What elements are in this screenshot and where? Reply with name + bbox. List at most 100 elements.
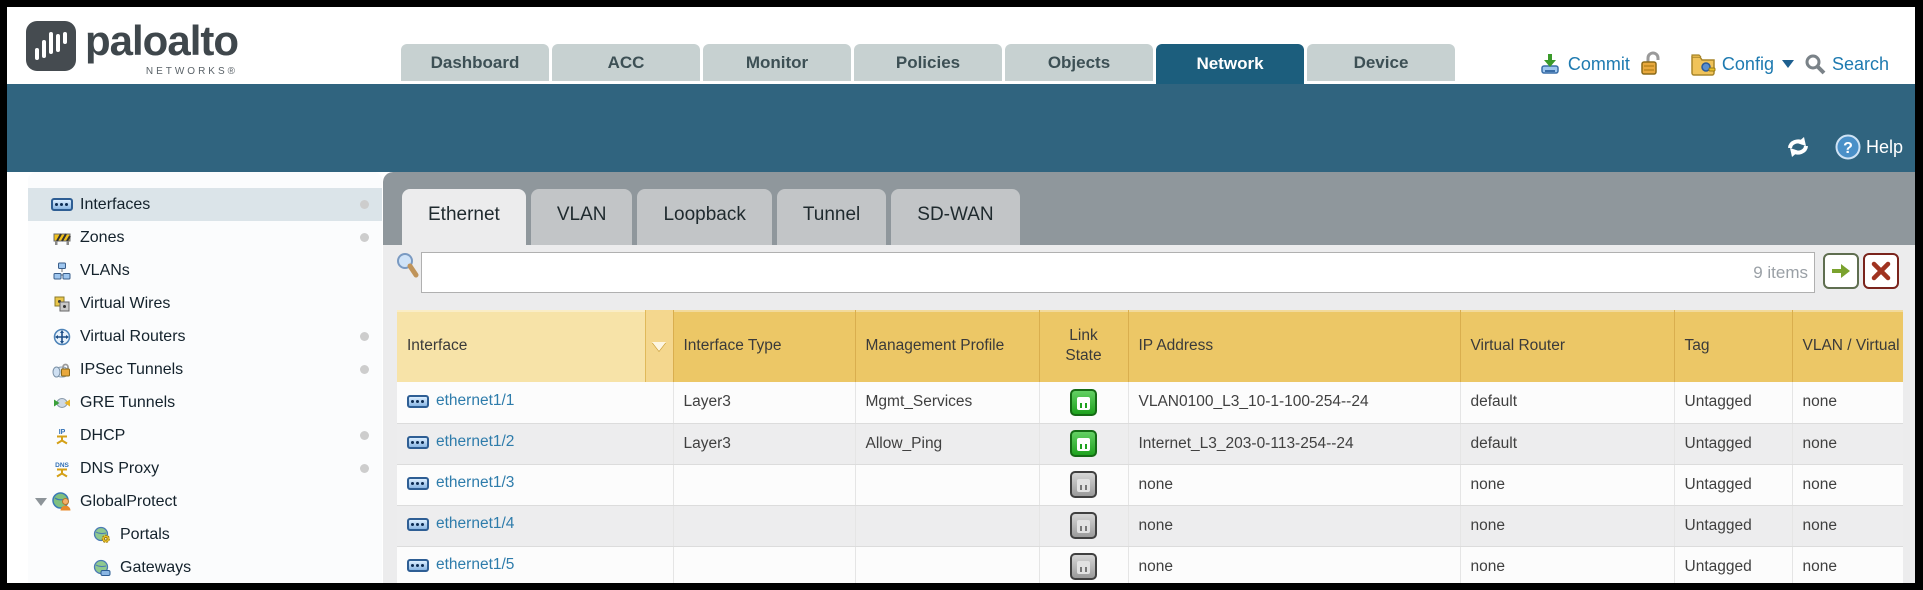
screenshot-frame: paloalto NETWORKS® Dashboard ACC Monitor… [0, 0, 1923, 590]
tab-loopback[interactable]: Loopback [637, 189, 771, 245]
cell-tag: Untagged [1674, 546, 1792, 583]
lock-icon[interactable] [1640, 51, 1662, 77]
cell-mgmt-profile [855, 464, 1039, 505]
help-button[interactable]: ? Help [1835, 134, 1903, 160]
interface-link[interactable]: ethernet1/3 [407, 474, 514, 492]
main-nav-tabs: Dashboard ACC Monitor Policies Objects N… [401, 44, 1455, 84]
cell-tag: Untagged [1674, 382, 1792, 423]
column-header-management-profile[interactable]: Management Profile [855, 310, 1039, 382]
cell-ip-address: none [1128, 546, 1460, 583]
cell-tag: Untagged [1674, 423, 1792, 464]
sidebar-item-vlans[interactable]: VLANs [28, 254, 382, 287]
globalprotect-icon [52, 493, 72, 511]
config-icon [1690, 52, 1716, 76]
status-dot [360, 365, 369, 374]
gre-tunnels-icon [52, 394, 72, 412]
cell-interface-type [673, 505, 855, 546]
chevron-down-icon [1782, 60, 1794, 68]
tab-tunnel[interactable]: Tunnel [777, 189, 886, 245]
tab-vlan[interactable]: VLAN [531, 189, 633, 245]
sidebar-item-virtual-wires[interactable]: Virtual Wires [28, 287, 382, 320]
brand-name: paloalto [85, 17, 238, 65]
table-row: ethernet1/5 none none Untagged none [397, 546, 1903, 583]
cell-tag: Untagged [1674, 464, 1792, 505]
column-sort-dropdown[interactable] [645, 310, 673, 382]
search-label: Search [1832, 54, 1889, 75]
sidebar-item-virtual-routers[interactable]: Virtual Routers [28, 320, 382, 353]
sidebar-item-label: VLANs [80, 262, 130, 280]
commit-label: Commit [1568, 54, 1630, 75]
interface-type-tabs: Ethernet VLAN Loopback Tunnel SD-WAN [402, 189, 1020, 245]
cell-interface-type: Layer3 [673, 382, 855, 423]
sidebar-item-label: Interfaces [80, 196, 150, 214]
vlans-icon [52, 262, 72, 280]
utility-icons: ? Help [1785, 134, 1903, 160]
column-header-virtual-router[interactable]: Virtual Router [1460, 310, 1674, 382]
clear-filter-button[interactable] [1863, 253, 1899, 289]
svg-text:?: ? [1843, 140, 1853, 157]
interface-icon [407, 518, 429, 531]
apply-filter-button[interactable] [1823, 253, 1859, 289]
tab-ethernet[interactable]: Ethernet [402, 189, 526, 245]
column-header-interface[interactable]: Interface [397, 310, 673, 382]
interface-link[interactable]: ethernet1/2 [407, 433, 514, 451]
refresh-icon[interactable] [1785, 135, 1811, 159]
sidebar-item-dns-proxy[interactable]: DNS DNS Proxy [28, 452, 382, 485]
column-header-tag[interactable]: Tag [1674, 310, 1792, 382]
interface-link[interactable]: ethernet1/4 [407, 515, 514, 533]
sidebar-item-globalprotect[interactable]: GlobalProtect [28, 485, 382, 518]
column-header-ip-address[interactable]: IP Address [1128, 310, 1460, 382]
sidebar-item-zones[interactable]: Zones [28, 221, 382, 254]
tab-sdwan[interactable]: SD-WAN [891, 189, 1019, 245]
table-row: ethernet1/3 none none Untagged none [397, 464, 1903, 505]
cell-virtual-router: default [1460, 423, 1674, 464]
column-header-vlan-virtual-wire[interactable]: VLAN / Virtual Wire [1792, 310, 1903, 382]
config-label: Config [1722, 54, 1774, 75]
sidebar-item-ipsec-tunnels[interactable]: IPSec Tunnels [28, 353, 382, 386]
gateways-icon [92, 559, 112, 577]
collapse-triangle-icon[interactable] [35, 498, 47, 506]
sort-triangle-icon [652, 342, 666, 351]
zones-icon [52, 229, 72, 247]
search-icon [1804, 53, 1826, 75]
link-state-icon [1070, 471, 1097, 498]
cell-virtual-router: none [1460, 505, 1674, 546]
cell-interface-type [673, 546, 855, 583]
interface-link[interactable]: ethernet1/1 [407, 392, 514, 410]
tab-policies[interactable]: Policies [854, 44, 1002, 81]
interface-icon [407, 559, 429, 572]
table-row: ethernet1/2 Layer3 Allow_Ping Internet_L… [397, 423, 1903, 464]
config-menu[interactable]: Config [1690, 52, 1794, 76]
cell-ip-address: none [1128, 505, 1460, 546]
sidebar-item-gre-tunnels[interactable]: GRE Tunnels [28, 386, 382, 419]
tab-objects[interactable]: Objects [1005, 44, 1153, 81]
dns-proxy-icon: DNS [52, 460, 72, 478]
search-button[interactable]: Search [1804, 53, 1889, 75]
tab-dashboard[interactable]: Dashboard [401, 44, 549, 81]
cell-vlan: none [1792, 464, 1903, 505]
table-row: ethernet1/4 none none Untagged none [397, 505, 1903, 546]
sidebar-item-portals[interactable]: Portals [28, 518, 382, 551]
sidebar-item-gateways[interactable]: Gateways [28, 551, 382, 583]
content-panel: Ethernet VLAN Loopback Tunnel SD-WAN 9 i… [383, 172, 1915, 583]
sidebar-item-dhcp[interactable]: IP DHCP [28, 419, 382, 452]
tab-device[interactable]: Device [1307, 44, 1455, 81]
table-header-row: Interface Interface Type Management Prof… [397, 310, 1903, 382]
cell-ip-address: VLAN0100_L3_10-1-100-254--24 [1128, 382, 1460, 423]
tab-network[interactable]: Network [1156, 44, 1304, 84]
status-dot [360, 431, 369, 440]
commit-button[interactable]: Commit [1538, 52, 1630, 76]
close-icon [1871, 261, 1891, 281]
cell-mgmt-profile: Allow_Ping [855, 423, 1039, 464]
sidebar-item-label: GlobalProtect [80, 493, 177, 511]
interface-link[interactable]: ethernet1/5 [407, 556, 514, 574]
filter-input[interactable] [421, 252, 1815, 293]
tab-monitor[interactable]: Monitor [703, 44, 851, 81]
column-header-interface-type[interactable]: Interface Type [673, 310, 855, 382]
sidebar-item-interfaces[interactable]: Interfaces [28, 188, 382, 221]
app-window: paloalto NETWORKS® Dashboard ACC Monitor… [7, 7, 1915, 583]
cell-tag: Untagged [1674, 505, 1792, 546]
tab-acc[interactable]: ACC [552, 44, 700, 81]
sidebar-item-label: Portals [120, 526, 170, 544]
column-header-link-state[interactable]: Link State [1039, 310, 1128, 382]
